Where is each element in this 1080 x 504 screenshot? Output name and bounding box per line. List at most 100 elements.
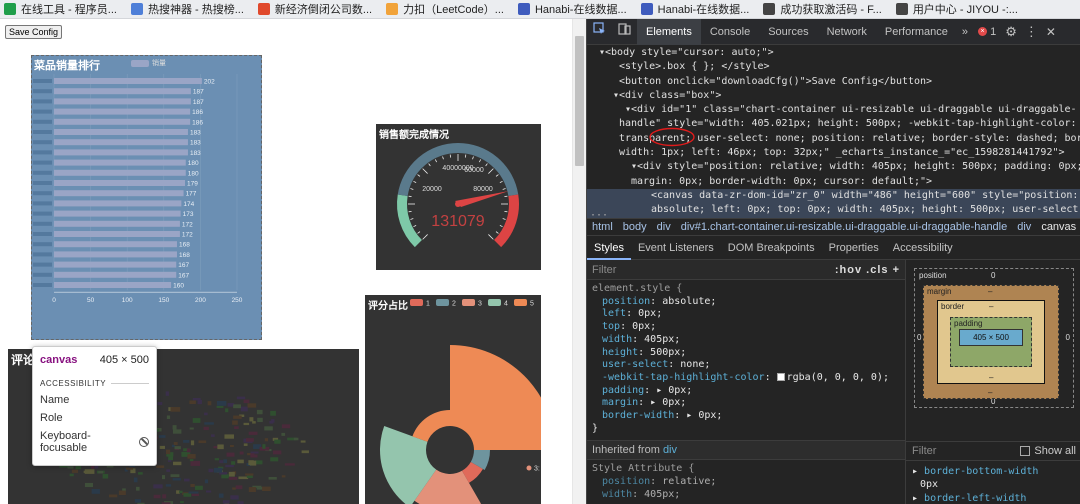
scrollbar-thumb[interactable] [575,36,584,166]
dom-node-line[interactable]: ▾<div style="position: relative; width: … [587,160,1080,174]
sidebar-tab-event-listeners[interactable]: Event Listeners [631,236,721,260]
dish-bar[interactable] [54,149,188,156]
breadcrumb-item[interactable]: body [618,221,652,233]
dish-bar[interactable] [54,169,186,176]
bookmark-item[interactable]: 用户中心 - JIYOU -:... [892,0,1028,18]
dish-bar[interactable] [54,261,177,268]
tab-network[interactable]: Network [818,19,876,45]
style-declaration[interactable]: -webkit-tap-highlight-color: rgba(0, 0, … [587,372,905,385]
error-badge[interactable]: × 1 [973,19,1001,45]
bookmark-item[interactable]: 成功获取激活码 - F... [759,0,891,18]
breadcrumb-item[interactable]: div [1012,221,1036,233]
styles-filter-input[interactable]: Filter [592,264,616,276]
style-declaration[interactable]: height: 500px; [587,347,905,360]
dom-node-line[interactable]: <button onclick="downloadCfg()">Save Con… [587,75,1080,89]
style-declaration[interactable]: user-select: none; [587,359,905,372]
color-swatch-icon[interactable] [776,372,785,381]
sales-gauge-chart[interactable]: 销售额完成情况 20000 40000000 60000 80000 131079 [376,124,541,270]
breadcrumb-item[interactable]: canvas [1036,221,1080,233]
show-all-checkbox[interactable] [1020,446,1031,456]
computed-filter-bar[interactable]: Filter Show all [906,441,1080,461]
tab-console[interactable]: Console [701,19,759,45]
dish-bar[interactable] [54,159,186,166]
gauge-tick [502,188,506,190]
sidebar-tab-properties[interactable]: Properties [822,236,886,260]
style-declaration[interactable]: margin: ▸ 0px; [587,397,905,410]
tab-performance[interactable]: Performance [876,19,957,45]
pie-legend-swatch[interactable] [436,299,449,306]
styles-filter-bar[interactable]: Filter :hov .cls + [587,260,905,280]
dish-bar[interactable] [54,200,182,207]
rating-pie-chart[interactable]: 评分占比 123453: 3 [365,295,541,504]
dish-bar[interactable] [54,282,172,288]
breadcrumb[interactable]: html body div div#1.chart-container.ui-resi… [587,218,1080,236]
pie-legend-swatch[interactable] [462,299,475,306]
inherited-element[interactable]: div [663,444,677,456]
dish-bar[interactable] [54,98,191,105]
show-all-toggle[interactable]: Show all [1020,445,1076,457]
sidebar-tab-styles[interactable]: Styles [587,236,631,260]
dish-bar[interactable] [54,139,188,146]
dom-node-line[interactable]: ▾<div id="1" class="chart-container ui-r… [587,103,1080,117]
dom-node-line[interactable]: <style>.box { }; </style> [587,60,1080,74]
save-config-button[interactable]: Save Config [5,25,63,39]
dish-bar[interactable] [54,129,188,135]
bookmark-item[interactable]: Hanabi-在线数据... [514,0,637,18]
style-declaration[interactable]: left: 0px; [587,308,905,321]
page-vertical-scrollbar[interactable] [572,19,586,504]
hov-cls-buttons[interactable]: :hov .cls + [835,264,900,276]
dom-node-line[interactable]: absolute; left: 0px; top: 0px; width: 40… [587,203,1080,218]
style-declaration[interactable]: position: relative; [587,476,905,489]
dish-bar[interactable] [54,108,191,115]
dish-bar[interactable] [54,241,177,248]
style-declaration[interactable]: width: 405px; [587,489,905,502]
style-declaration[interactable]: padding: ▸ 0px; [587,385,905,398]
selected-node-dots-icon[interactable]: ··· [590,209,608,218]
style-declaration[interactable]: top: 0px; [587,321,905,334]
pie-legend-swatch[interactable] [410,299,423,306]
dish-bar[interactable] [54,78,202,84]
sidebar-tab-dom-breakpoints[interactable]: DOM Breakpoints [721,236,822,260]
bookmark-item[interactable]: 新经济倒闭公司数... [254,0,382,18]
dish-bar[interactable] [54,251,177,258]
tab-elements[interactable]: Elements [637,19,701,45]
dish-bar[interactable] [54,220,180,227]
computed-prop[interactable]: ▸ border-left-width [912,493,1026,504]
dish-sales-chart[interactable]: 菜品销量排行 销量 202 187 187 186 186 183 183 183 180 180… [31,55,262,340]
breadcrumb-item[interactable]: html [587,221,618,233]
style-declaration[interactable]: border-width: ▸ 0px; [587,410,905,423]
close-devtools-icon[interactable]: ✕ [1042,19,1060,45]
wordcloud-word [270,457,279,462]
pie-legend-swatch[interactable] [488,299,501,306]
dish-bar[interactable] [54,210,181,217]
dish-bar[interactable] [54,118,191,125]
style-declaration[interactable]: position: absolute; [587,296,905,309]
dom-node-line[interactable]: ▾<div class="box"> [587,89,1080,103]
dom-node-line[interactable]: <canvas data-zr-dom-id="zr_0" width="486… [587,188,1080,204]
tab-sources[interactable]: Sources [759,19,817,45]
kebab-menu-icon[interactable]: ⋮ [1021,19,1042,45]
dish-bar[interactable] [54,271,177,278]
dish-bar[interactable] [54,231,180,237]
styles-pane[interactable]: Filter :hov .cls + element.style {positi… [587,260,905,504]
dom-node-line[interactable]: ▾<body style="cursor: auto;"> [587,46,1080,60]
sidebar-tab-accessibility[interactable]: Accessibility [886,236,960,260]
bookmark-item[interactable]: 热搜神器 - 热搜榜... [127,0,254,18]
more-tabs-icon[interactable]: » [957,19,973,45]
computed-prop[interactable]: ▸ border-bottom-width [912,466,1038,477]
inspect-element-icon[interactable] [587,19,612,45]
computed-filter-input[interactable]: Filter [912,445,936,457]
breadcrumb-item[interactable]: div [652,221,676,233]
settings-gear-icon[interactable]: ⚙ [1001,19,1021,45]
bookmark-item[interactable]: 在线工具 - 程序员... [0,0,127,18]
dish-bar[interactable] [54,88,191,95]
dish-bar[interactable] [54,190,184,197]
device-toggle-icon[interactable] [612,19,637,45]
dish-bar[interactable] [54,180,186,186]
dom-node-line[interactable]: margin: 0px; border-width: 0px; cursor: … [587,175,1080,189]
bookmark-item[interactable]: Hanabi-在线数据... [637,0,760,18]
style-declaration[interactable]: width: 405px; [587,334,905,347]
breadcrumb-item[interactable]: div#1.chart-container.ui-resizable.ui-dr… [676,221,1013,233]
bookmark-item[interactable]: 力扣（LeetCode）... [382,0,514,18]
pie-legend-swatch[interactable] [514,299,527,306]
